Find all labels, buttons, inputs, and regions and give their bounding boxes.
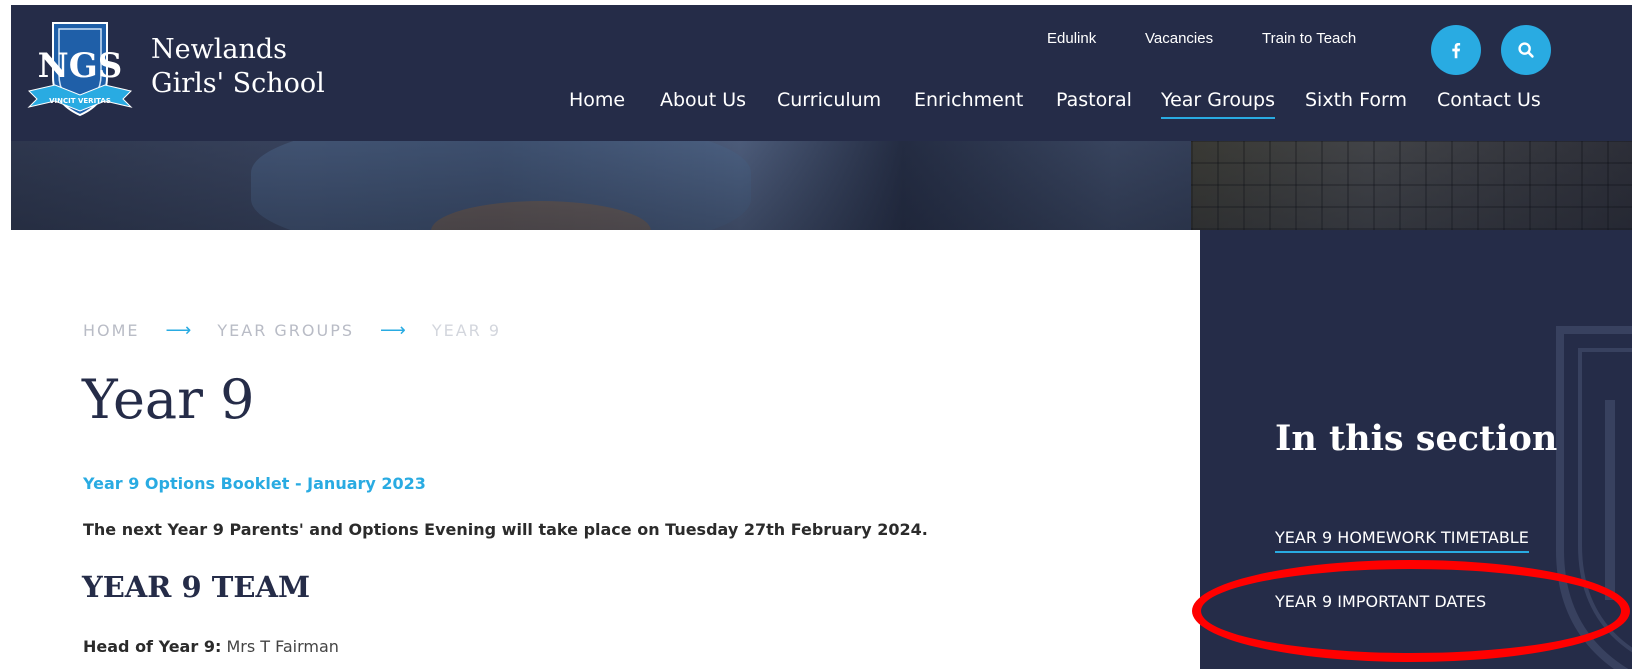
facebook-button[interactable] [1431,25,1481,75]
nav-pastoral[interactable]: Pastoral [1056,89,1132,111]
school-name[interactable]: Newlands Girls' School [151,33,325,101]
head-of-year-name: Mrs T Fairman [226,637,339,656]
utility-link-train-to-teach[interactable]: Train to Teach [1262,30,1356,47]
hero-overlay [11,141,1632,230]
nav-contact-us[interactable]: Contact Us [1437,89,1541,111]
breadcrumb: HOME ⟶ YEAR GROUPS ⟶ YEAR 9 [83,320,501,341]
parents-evening-notice: The next Year 9 Parents' and Options Eve… [83,520,928,539]
head-of-year-line: Head of Year 9: Mrs T Fairman [83,637,339,656]
sidebar-link-homework-timetable[interactable]: YEAR 9 HOMEWORK TIMETABLE [1275,528,1529,553]
nav-about-us[interactable]: About Us [660,89,746,111]
search-icon [1518,42,1534,58]
sidebar-link-important-dates[interactable]: YEAR 9 IMPORTANT DATES [1275,592,1486,611]
breadcrumb-home[interactable]: HOME [83,321,140,340]
section-sidebar: In this section YEAR 9 HOMEWORK TIMETABL… [1200,230,1632,669]
search-button[interactable] [1501,25,1551,75]
options-booklet-link[interactable]: Year 9 Options Booklet - January 2023 [83,474,426,493]
team-heading: YEAR 9 TEAM [82,570,311,604]
school-name-line1: Newlands [151,34,287,65]
nav-year-groups[interactable]: Year Groups [1161,89,1276,119]
site-header: NGS VINCIT VERITAS Newlands Girls' Schoo… [11,5,1632,141]
page-title: Year 9 [82,368,255,431]
head-of-year-label: Head of Year 9: [83,637,222,656]
breadcrumb-year-groups[interactable]: YEAR GROUPS [217,321,354,340]
school-name-line2: Girls' School [151,68,325,99]
hero-banner-image [11,141,1632,230]
sidebar-heading: In this section [1275,418,1558,459]
nav-home[interactable]: Home [569,89,625,111]
breadcrumb-arrow-icon: ⟶ [380,320,406,341]
breadcrumb-current: YEAR 9 [431,321,502,340]
nav-curriculum[interactable]: Curriculum [777,89,881,111]
utility-link-vacancies[interactable]: Vacancies [1145,30,1213,47]
nav-enrichment[interactable]: Enrichment [914,89,1023,111]
svg-text:NGS: NGS [38,46,123,86]
utility-link-edulink[interactable]: Edulink [1047,30,1096,47]
facebook-icon [1452,42,1461,59]
nav-sixth-form[interactable]: Sixth Form [1305,89,1407,111]
svg-text:VINCIT VERITAS: VINCIT VERITAS [49,97,111,105]
crest-watermark-icon [1556,326,1632,669]
breadcrumb-arrow-icon: ⟶ [165,320,192,341]
school-crest-logo[interactable]: NGS VINCIT VERITAS [25,15,135,123]
